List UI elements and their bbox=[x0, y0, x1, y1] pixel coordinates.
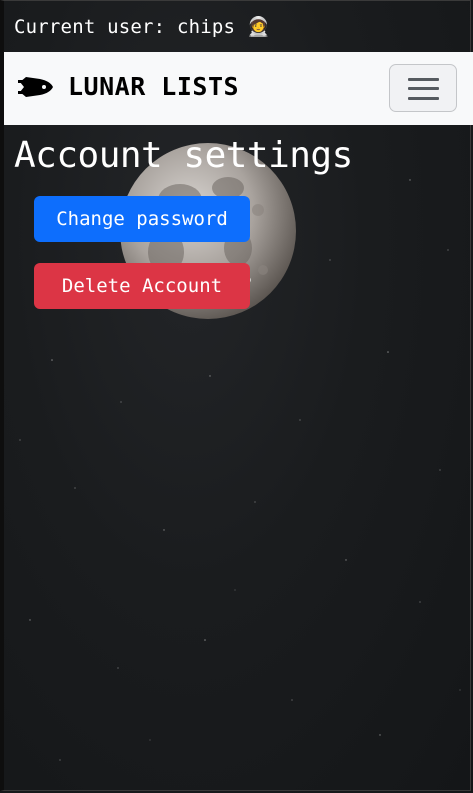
current-user-label: Current user: chips 🧑‍🚀 bbox=[14, 16, 271, 38]
delete-account-button[interactable]: Delete Account bbox=[34, 263, 250, 309]
page-title: Account settings bbox=[14, 135, 353, 176]
change-password-button[interactable]: Change password bbox=[34, 196, 250, 242]
space-shuttle-icon bbox=[18, 76, 53, 97]
top-navbar: LUNAR LISTS bbox=[4, 52, 473, 125]
brand-link[interactable]: LUNAR LISTS bbox=[18, 72, 239, 101]
brand-name: LUNAR LISTS bbox=[68, 72, 240, 101]
navbar-toggler-button[interactable] bbox=[389, 64, 457, 112]
